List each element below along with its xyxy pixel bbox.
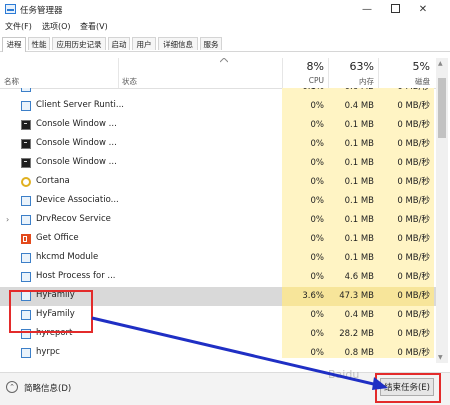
annotation-arrow — [91, 316, 388, 390]
task-manager-window: 任务管理器 — ✕ 文件(F) 选项(O) 查看(V) 进程 性能 应用历史记录… — [0, 0, 450, 405]
